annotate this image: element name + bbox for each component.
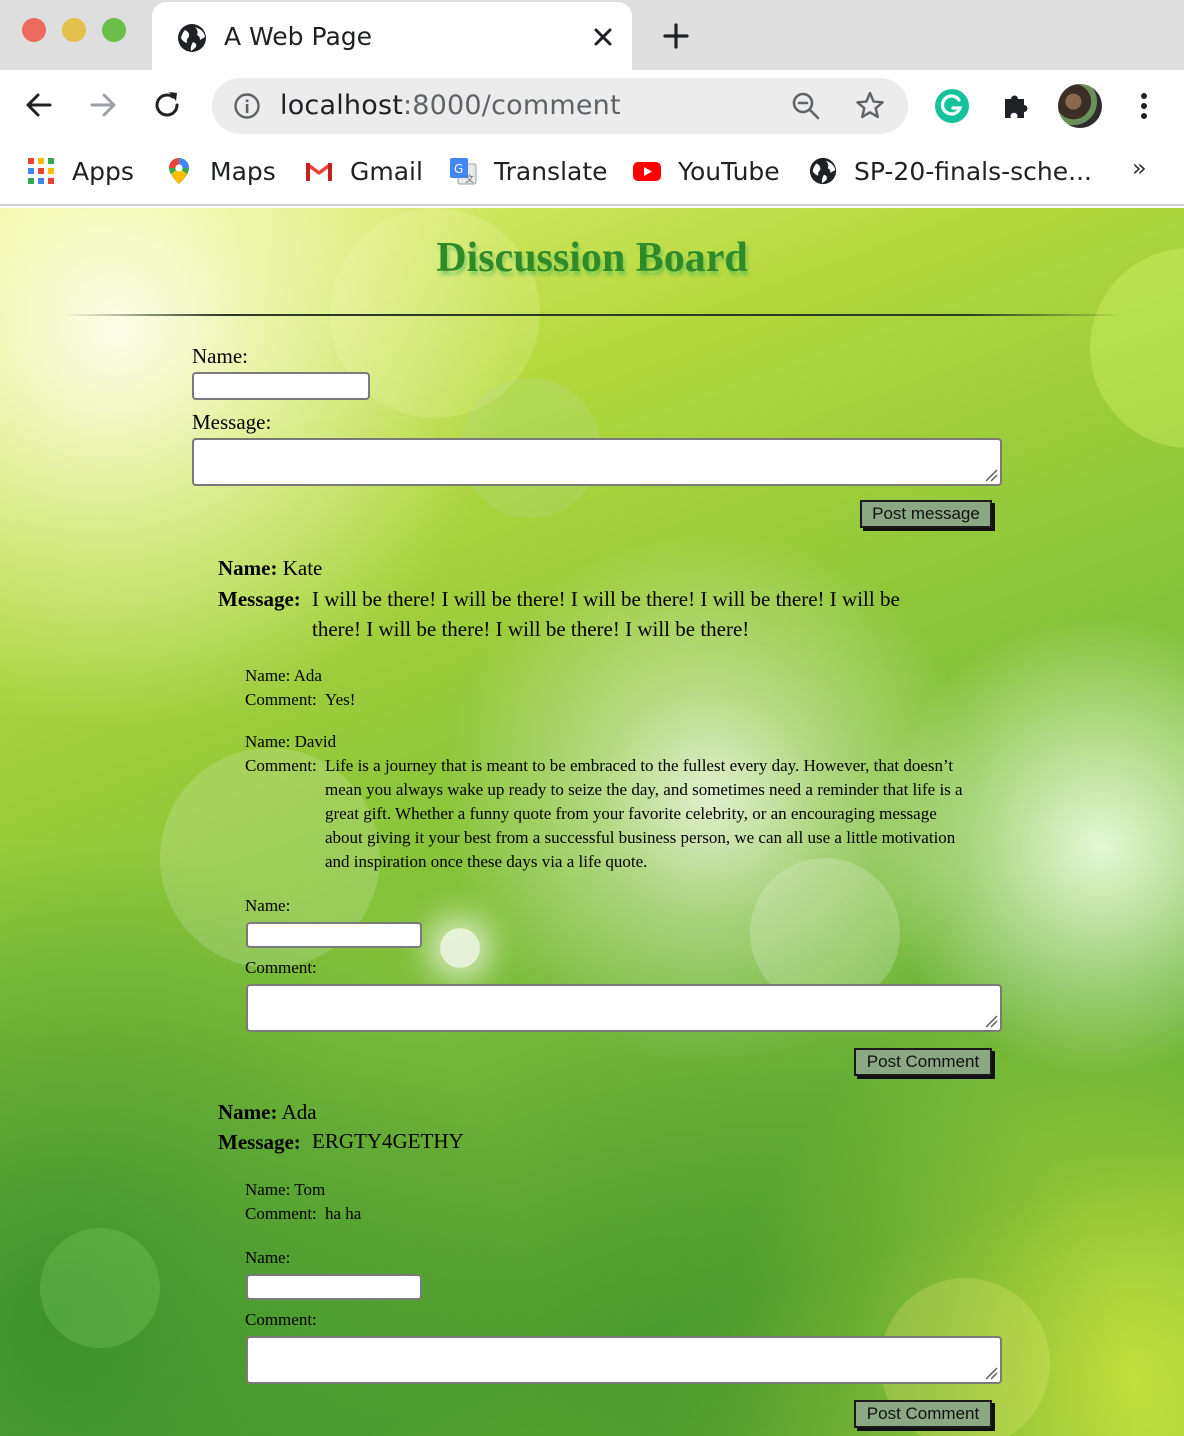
globe-icon [178, 24, 206, 52]
comment-name-label: Name: [245, 1248, 291, 1267]
page-content: Discussion Board Name: Message: Post mes… [0, 208, 1184, 1436]
bookmark-translate[interactable]: G 文 Translate [448, 154, 608, 188]
browser-toolbar: localhost:8000/comment [0, 70, 1184, 140]
reload-icon[interactable] [150, 88, 184, 122]
comment-textarea[interactable] [246, 984, 1002, 1032]
youtube-icon [633, 162, 661, 181]
site-info-icon[interactable] [232, 91, 262, 121]
back-arrow-icon[interactable] [22, 88, 56, 122]
post-author: Name: Kate [218, 556, 322, 581]
post-message: ERGTY4GETHY [312, 1129, 464, 1153]
tab-strip: A Web Page [0, 0, 1184, 70]
forward-arrow-icon[interactable] [86, 88, 120, 122]
gmail-icon [305, 162, 333, 181]
post-name: Kate [282, 556, 323, 580]
post-message: I will be there! I will be there! I will… [312, 587, 900, 641]
close-tab-icon[interactable] [588, 22, 618, 52]
url-host: localhost [280, 90, 403, 121]
comment-label: Comment: [245, 756, 317, 775]
message-label: Message: [192, 410, 272, 434]
profile-avatar[interactable] [1058, 84, 1102, 128]
bookmark-gmail[interactable]: Gmail [304, 154, 423, 188]
post-name-label: Name: [218, 556, 278, 580]
post-name-label: Name: [218, 1100, 278, 1124]
bookmark-label: Gmail [350, 156, 423, 186]
bookmarks-bar: Apps Maps Gmail G 文 Translate YouTube SP… [0, 140, 1184, 206]
translate-icon: G 文 [450, 158, 477, 185]
bookmark-apps[interactable]: Apps [26, 154, 134, 188]
post-comment-button[interactable]: Post Comment [854, 1048, 992, 1076]
zoom-window-button[interactable] [102, 18, 126, 42]
globe-icon [809, 157, 837, 185]
apps-grid-icon [28, 158, 54, 184]
url-path: :8000/comment [403, 90, 621, 121]
message-textarea[interactable] [192, 438, 1002, 486]
maps-pin-icon [169, 158, 189, 184]
bookmark-label: Translate [494, 156, 608, 186]
comment-name-label: Name: [245, 896, 291, 915]
resize-grip-icon[interactable] [984, 1366, 998, 1380]
bookmark-youtube[interactable]: YouTube [632, 154, 780, 188]
comment-name-input[interactable] [246, 922, 422, 948]
bookmark-maps[interactable]: Maps [164, 154, 276, 188]
new-tab-icon[interactable] [660, 20, 692, 52]
post-message-button[interactable]: Post message [860, 500, 992, 528]
page-title: Discussion Board [436, 235, 748, 281]
comment-text: Yes! [325, 690, 356, 709]
grammarly-extension-icon[interactable] [932, 86, 972, 126]
comment-textarea[interactable] [246, 1336, 1002, 1384]
post-comment-button[interactable]: Post Comment [854, 1400, 992, 1428]
comment-author: Name: Ada [245, 666, 322, 685]
comment-field-label: Comment: [245, 958, 317, 977]
bokeh-light [440, 928, 480, 968]
bookmark-label: YouTube [678, 156, 780, 186]
post-message-label: Message: [218, 1130, 301, 1154]
comment-text: ha ha [325, 1204, 362, 1223]
resize-grip-icon[interactable] [984, 1014, 998, 1028]
minimize-window-button[interactable] [62, 18, 86, 42]
name-input[interactable] [192, 372, 370, 400]
bookmark-star-icon[interactable] [854, 90, 886, 122]
zoom-out-icon[interactable] [790, 90, 822, 122]
comment-author: Name: David [245, 732, 337, 751]
comment-label: Comment: [245, 690, 317, 709]
svg-text:文: 文 [465, 173, 474, 185]
post-name: Ada [281, 1100, 317, 1124]
close-window-button[interactable] [22, 18, 46, 42]
active-tab[interactable]: A Web Page [152, 2, 632, 70]
bookmark-label: SP-20-finals-sche... [854, 156, 1092, 186]
extensions-puzzle-icon[interactable] [996, 86, 1036, 126]
comment-author: Name: Tom [245, 1180, 326, 1199]
title-divider [64, 314, 1124, 316]
url-text: localhost:8000/comment [280, 90, 621, 121]
comment-text: Life is a journey that is meant to be em… [325, 756, 963, 871]
bookmark-finals-schedule[interactable]: SP-20-finals-sche... [808, 154, 1092, 188]
post-author: Name: Ada [218, 1100, 317, 1125]
bookmark-label: Maps [210, 156, 276, 186]
comment-name-input[interactable] [246, 1274, 422, 1300]
bookmarks-overflow-button[interactable]: » [1132, 154, 1147, 182]
address-bar[interactable]: localhost:8000/comment [212, 78, 908, 134]
comment-label: Comment: [245, 1204, 317, 1223]
comment-field-label: Comment: [245, 1310, 317, 1329]
menu-kebab-icon[interactable] [1124, 86, 1164, 126]
resize-grip-icon[interactable] [984, 468, 998, 482]
bookmark-label: Apps [72, 156, 134, 186]
post-message-label: Message: [218, 587, 301, 611]
svg-text:G: G [454, 162, 463, 176]
name-label: Name: [192, 344, 248, 368]
bokeh-light [40, 1228, 160, 1348]
tab-title: A Web Page [224, 22, 373, 51]
